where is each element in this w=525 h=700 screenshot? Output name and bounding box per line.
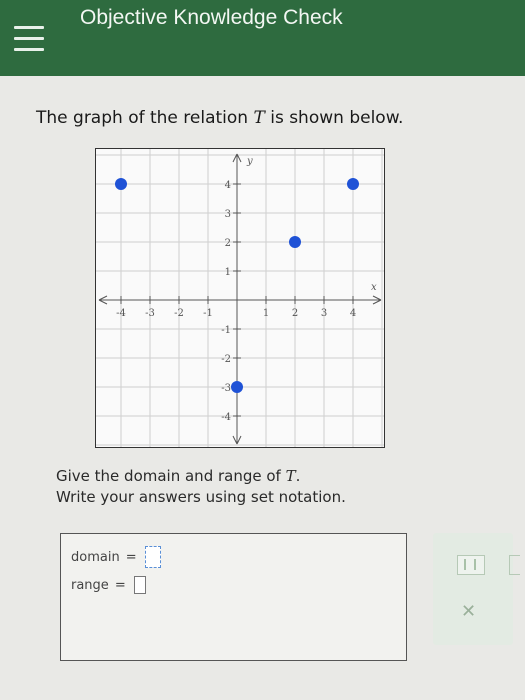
range-row: range = — [71, 576, 146, 594]
page-title: Objective Knowledge Check — [80, 6, 343, 29]
data-point — [231, 381, 243, 393]
question-prompt: The graph of the relation T is shown bel… — [36, 108, 403, 128]
instructions: Give the domain and range of T. Write yo… — [56, 466, 346, 508]
relation-variable: T — [253, 108, 265, 128]
y-tick-label: -1 — [221, 325, 231, 336]
y-tick-label: -2 — [221, 354, 231, 365]
instruction-line-1: Give the domain and range of T. — [56, 466, 346, 487]
y-tick-label: 3 — [225, 209, 231, 220]
x-tick-label: -1 — [203, 308, 213, 319]
graph-frame — [95, 148, 385, 448]
y-axis-label: y — [246, 156, 253, 167]
hamburger-menu-icon[interactable] — [14, 26, 44, 52]
y-tick-label: 4 — [225, 180, 231, 191]
prompt-text-before: The graph of the relation — [36, 108, 254, 128]
x-tick-label: 4 — [350, 308, 356, 319]
prompt-text-after: is shown below. — [264, 108, 404, 128]
set-braces-icon[interactable] — [457, 555, 485, 575]
x-tick-label: 1 — [263, 308, 269, 319]
y-tick-label: 1 — [225, 267, 231, 278]
instruction-variable: T — [285, 467, 296, 485]
y-tick-label: -3 — [221, 383, 231, 394]
y-tick-label: 2 — [225, 238, 231, 249]
x-tick-label: -2 — [174, 308, 184, 319]
instruction-1-after: . — [295, 467, 301, 485]
instruction-line-2: Write your answers using set notation. — [56, 488, 346, 506]
x-tick-label: 2 — [292, 308, 298, 319]
range-equals: = — [114, 577, 126, 593]
x-tick-label: -4 — [116, 308, 126, 319]
domain-input[interactable] — [144, 546, 161, 568]
data-point — [115, 178, 127, 190]
range-input[interactable] — [133, 576, 146, 594]
x-axis-label: x — [371, 282, 377, 293]
domain-row: domain = — [71, 546, 161, 568]
data-point — [289, 236, 301, 248]
data-point — [347, 178, 359, 190]
clear-x-icon[interactable]: ✕ — [461, 601, 476, 622]
relation-graph: x y -4 -3 -2 -1 1 2 3 4 4 3 2 1 -1 -2 -3 -4 — [95, 148, 385, 448]
instruction-1-before: Give the domain and range of — [56, 467, 286, 485]
extra-tool-icon[interactable] — [509, 555, 520, 575]
app-header: Objective Knowledge Check — [0, 0, 525, 76]
x-tick-label: -3 — [145, 308, 155, 319]
y-tick-label: -4 — [221, 412, 231, 423]
x-tick-label: 3 — [321, 308, 327, 319]
domain-label: domain — [71, 549, 120, 565]
domain-equals: = — [125, 549, 137, 565]
range-label: range — [71, 577, 109, 593]
answer-tools: ✕ — [433, 533, 520, 645]
answer-panel: domain = range = — [60, 533, 407, 661]
